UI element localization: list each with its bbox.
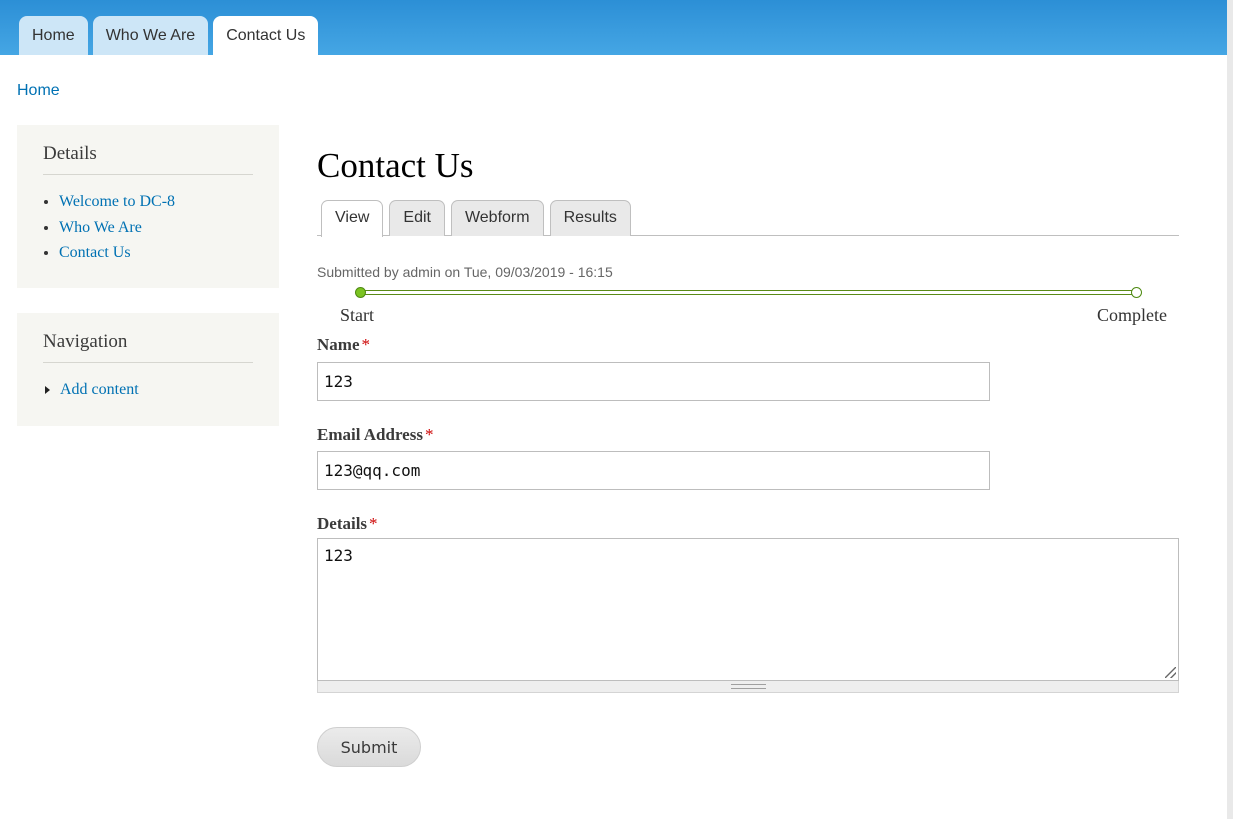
sidebar-navigation-block: Navigation Add content: [17, 313, 279, 426]
list-item: Welcome to DC-8: [59, 189, 253, 215]
submit-button[interactable]: Submit: [317, 727, 421, 767]
progress-start-label: Start: [340, 305, 374, 325]
site-header: Home Who We Are Contact Us: [0, 0, 1227, 55]
email-input[interactable]: [317, 451, 990, 490]
required-marker: *: [369, 514, 378, 533]
sidebar-link-who-we-are[interactable]: Who We Are: [59, 219, 142, 236]
details-textarea[interactable]: 123: [317, 538, 1179, 681]
name-field-label: Name *: [317, 335, 370, 355]
breadcrumb-home-link[interactable]: Home: [17, 82, 60, 100]
progress-complete-label: Complete: [1097, 305, 1167, 325]
tab-webform[interactable]: Webform: [450, 200, 544, 236]
required-marker: *: [424, 425, 434, 444]
progress-start-marker: [355, 287, 366, 298]
details-link-list: Welcome to DC-8 Who We Are Contact Us: [43, 189, 253, 266]
details-label-text: Details: [317, 514, 368, 533]
resize-corner-icon[interactable]: [1165, 667, 1176, 678]
progress-end-marker: [1131, 287, 1142, 298]
page-right-border: [1227, 0, 1233, 819]
details-field-label: Details *: [317, 514, 378, 534]
tab-edit[interactable]: Edit: [389, 200, 445, 236]
sidebar-details-block: Details Welcome to DC-8 Who We Are Conta…: [17, 125, 279, 288]
expand-triangle-icon[interactable]: [45, 385, 50, 394]
list-item: Contact Us: [59, 240, 253, 266]
main-content: Contact Us View Edit Webform Results Sub…: [317, 140, 1179, 767]
submitted-info: Submitted by admin on Tue, 09/03/2019 - …: [317, 264, 613, 280]
primary-tab-who-we-are[interactable]: Who We Are: [92, 16, 209, 55]
navigation-block-title: Navigation: [43, 331, 253, 363]
page-title: Contact Us: [317, 146, 474, 185]
add-content-link[interactable]: Add content: [60, 377, 139, 402]
name-label-text: Name: [317, 335, 360, 354]
sidebar-link-contact-us[interactable]: Contact Us: [59, 244, 131, 261]
required-marker: *: [361, 335, 370, 354]
list-item: Who We Are: [59, 215, 253, 241]
primary-tab-home[interactable]: Home: [19, 16, 88, 55]
grip-lines-icon: [731, 684, 766, 689]
local-tasks-tabs: View Edit Webform Results: [317, 200, 1179, 237]
name-input[interactable]: [317, 362, 990, 401]
email-field-label: Email Address *: [317, 425, 433, 445]
tab-view[interactable]: View: [321, 200, 384, 237]
tab-results[interactable]: Results: [549, 200, 631, 236]
progress-bar-line: [360, 290, 1137, 295]
details-block-title: Details: [43, 143, 253, 175]
nav-item-add-content: Add content: [43, 377, 253, 402]
primary-menu: Home Who We Are Contact Us: [19, 16, 323, 55]
sidebar-link-welcome[interactable]: Welcome to DC-8: [59, 193, 175, 210]
primary-tab-contact-us[interactable]: Contact Us: [213, 16, 319, 55]
textarea-resize-grip[interactable]: [317, 681, 1179, 693]
email-label-text: Email Address: [317, 425, 423, 444]
